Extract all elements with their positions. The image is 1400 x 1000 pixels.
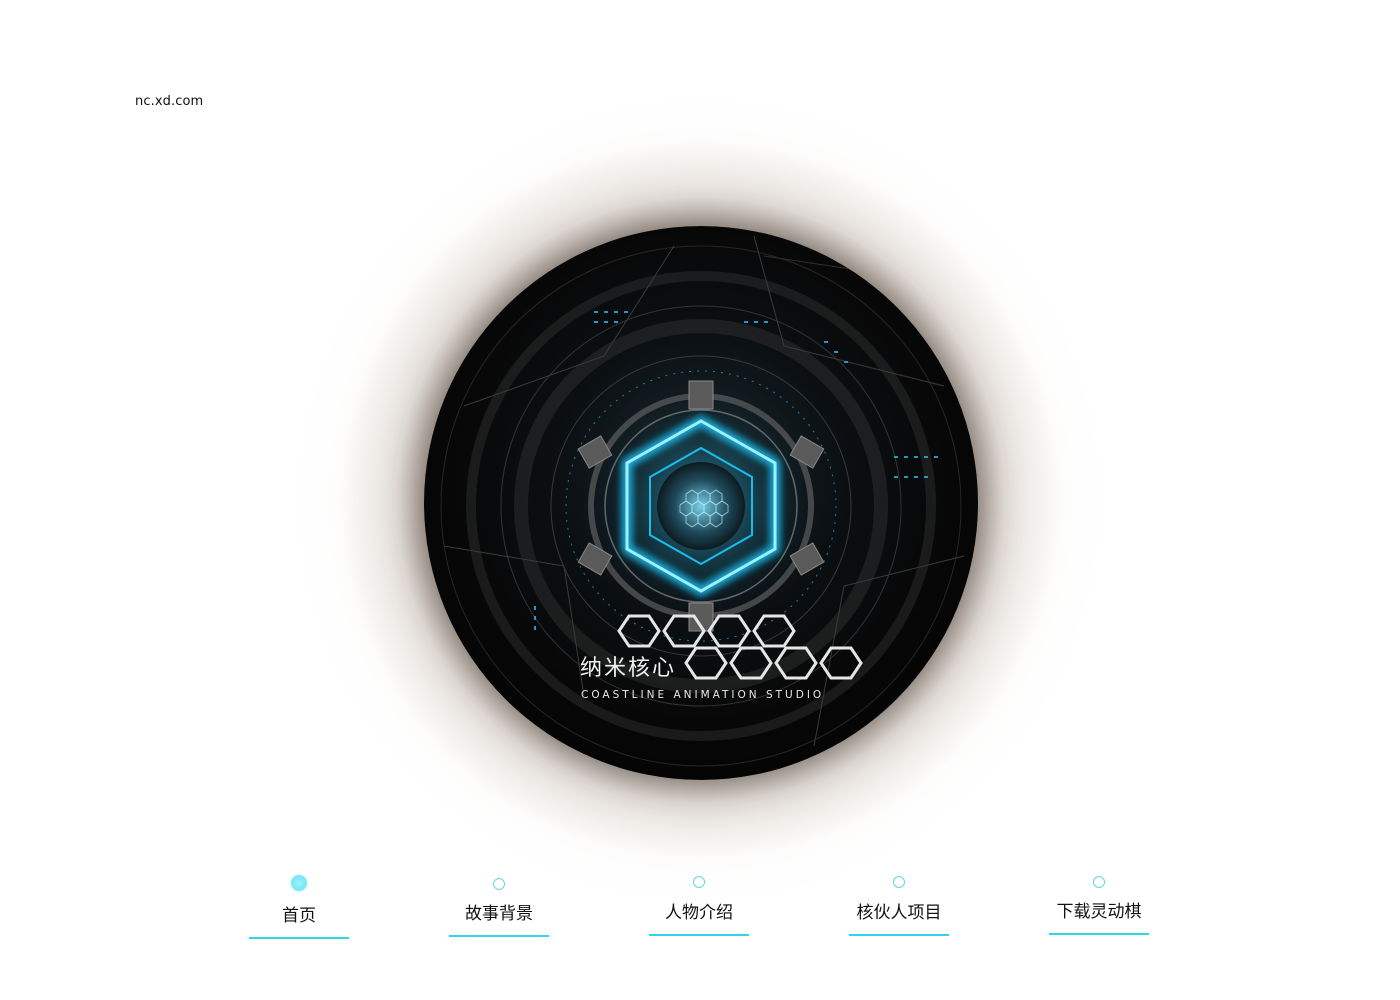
logo-chinese-name: 纳米核心 [580, 656, 677, 681]
nav-label: 下载灵动棋 [1056, 902, 1142, 922]
nav-item-characters[interactable]: 人物介绍 [649, 870, 749, 936]
nav-item-partner[interactable]: 核伙人项目 [849, 870, 949, 936]
nav-dot-active-icon [291, 875, 307, 891]
bottom-navigation: 首页 故事背景 人物介绍 核伙人项目 下载灵动棋 [0, 870, 1400, 950]
logo-studio-name: COASTLINE ANIMATION STUDIO [581, 689, 825, 701]
nav-underline [249, 937, 349, 939]
nav-underline [649, 934, 749, 936]
nav-dot-icon [1093, 876, 1105, 888]
nav-underline [449, 935, 549, 937]
nav-item-home[interactable]: 首页 [249, 870, 349, 939]
nav-label: 核伙人项目 [856, 903, 942, 923]
site-url: nc.xd.com [135, 94, 204, 109]
nav-underline [1049, 933, 1149, 935]
nav-label: 故事背景 [465, 904, 533, 924]
nav-label: 首页 [282, 906, 316, 926]
nav-underline [849, 934, 949, 936]
nav-item-download[interactable]: 下载灵动棋 [1049, 870, 1149, 935]
nav-dot-icon [693, 876, 705, 888]
nav-dot-icon [893, 876, 905, 888]
nav-dot-icon [493, 878, 505, 890]
nav-item-story[interactable]: 故事背景 [449, 870, 549, 937]
page: nc.xd.com 纳米核心 COASTLINE ANIMATION STUDI… [0, 0, 1400, 1000]
nav-label: 人物介绍 [665, 903, 733, 923]
